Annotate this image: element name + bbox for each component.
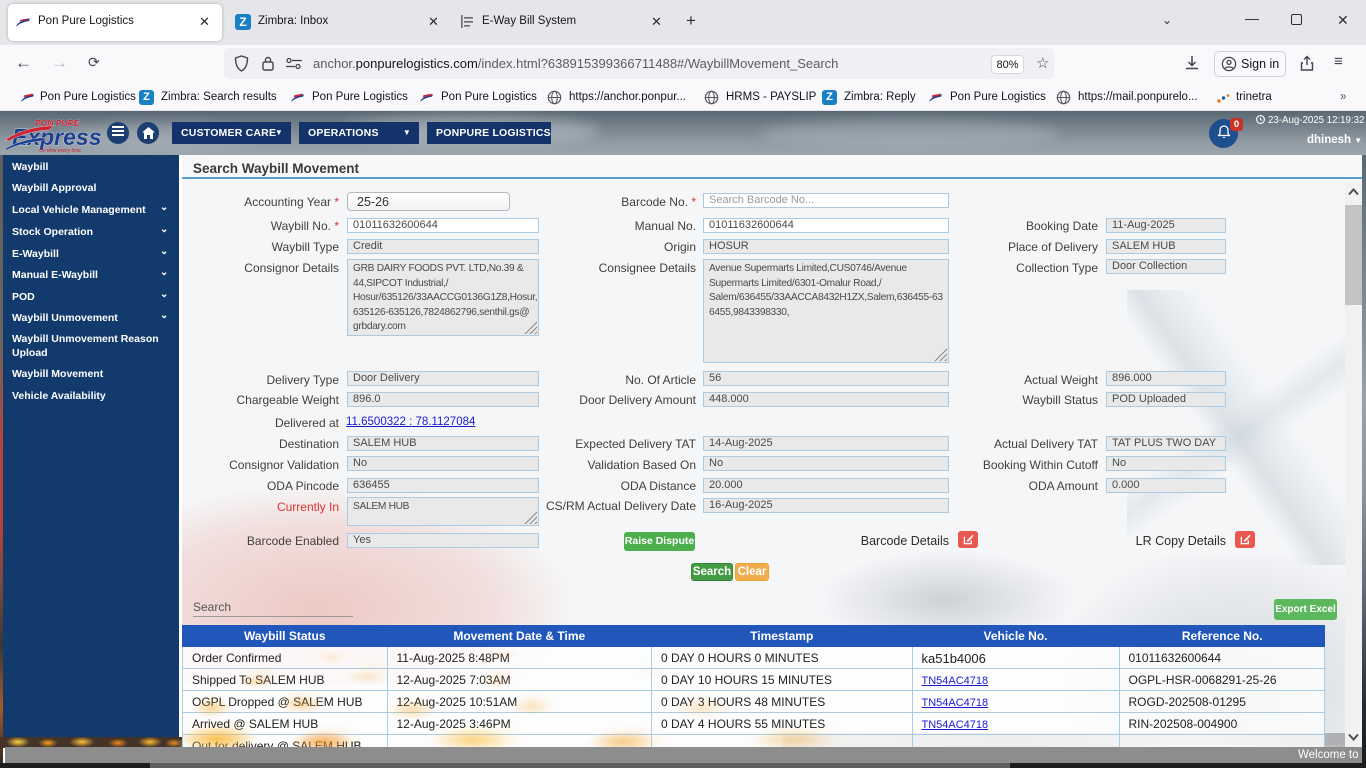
svg-text:On time every time: On time every time — [39, 148, 81, 154]
svg-text:Express: Express — [12, 124, 102, 150]
